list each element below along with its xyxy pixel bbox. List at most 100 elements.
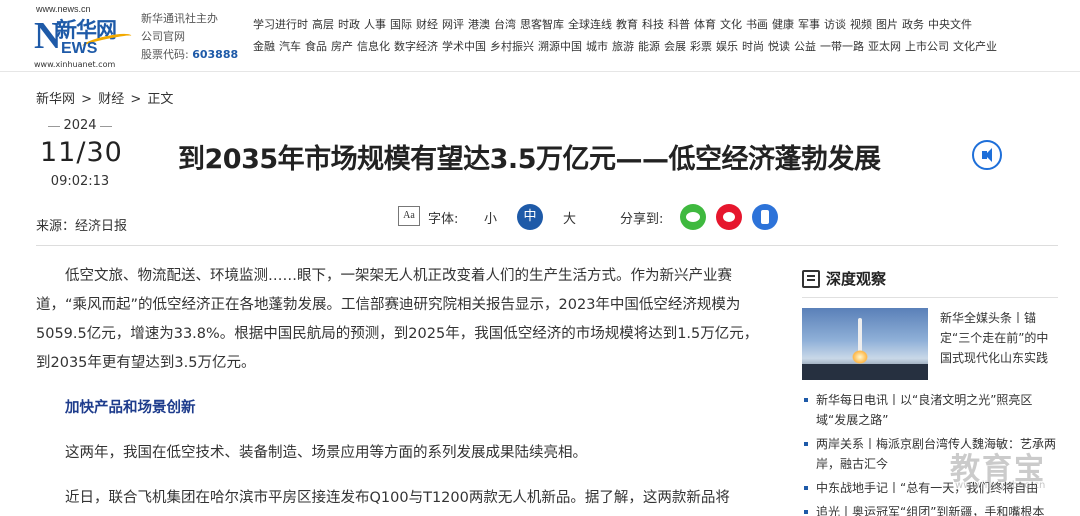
watermark-url: www.jiaoyubao.cn <box>955 480 1046 491</box>
logo-letters-ews: EWS <box>61 40 98 57</box>
breadcrumb-separator: > <box>130 92 142 107</box>
breadcrumb: 新华网 > 财经 > 正文 <box>36 88 175 107</box>
font-size-label: 字体: <box>428 212 459 227</box>
nav-link[interactable]: 亚太网 <box>868 36 901 58</box>
nav-link[interactable]: 文化产业 <box>953 36 997 58</box>
org-line-1: 新华通讯社主办 <box>141 12 218 25</box>
nav-link[interactable]: 高层 <box>312 14 334 36</box>
nav-link[interactable]: 悦读 <box>768 36 790 58</box>
nav-link[interactable]: 科普 <box>668 14 690 36</box>
nav-link[interactable]: 时尚 <box>742 36 764 58</box>
article-paragraph-1: 低空文旅、物流配送、环境监测……眼下，一架架无人机正改变着人们的生产生活方式。作… <box>36 268 759 371</box>
article-subheading: 加快产品和场景创新 <box>65 400 196 416</box>
org-line-2: 公司官网 <box>141 30 185 43</box>
book-icon <box>802 269 820 288</box>
publish-date: 2024 11/30 09:02:13 <box>40 118 123 189</box>
nav-link[interactable]: 旅游 <box>612 36 634 58</box>
nav-row-1: 学习进行时 高层 时政 人事 国际 财经 网评 港澳 台湾 思客智库 全球连线 教育 科技 科普 体育 文化书… <box>253 14 1063 36</box>
publish-year: 2024 <box>40 118 120 133</box>
nav-link[interactable]: 一带一路 <box>820 36 864 58</box>
sidebar-list-item[interactable]: 新华每日电讯丨以“良渚文明之光”照亮区域“发展之路” <box>802 390 1058 430</box>
sidebar-list-item[interactable]: 追光丨奥运冠军“组团”到新疆，手和嘴根本 <box>802 502 1058 516</box>
logo-domain: www.news.cn <box>36 4 91 14</box>
article-paragraph-2: 这两年，我国在低空技术、装备制造、场景应用等方面的系列发展成果陆续亮相。 <box>65 445 587 461</box>
article-toolbar: Aa 字体: 小 中 大 分享到: <box>398 203 788 231</box>
nav-link[interactable]: 体育 <box>694 14 716 36</box>
stock-code[interactable]: 603888 <box>192 48 238 61</box>
nav-link[interactable]: 上市公司 <box>905 36 949 58</box>
nav-link[interactable]: 书画 <box>746 14 768 36</box>
font-size-large-button[interactable]: 大 <box>563 208 576 227</box>
nav-link[interactable]: 公益 <box>794 36 816 58</box>
speaker-icon[interactable] <box>972 140 1002 170</box>
nav-link[interactable]: 网评 <box>442 14 464 36</box>
wechat-share-icon[interactable] <box>680 204 706 230</box>
nav-link[interactable]: 乡村振兴 <box>490 36 534 58</box>
nav-link[interactable]: 时政 <box>338 14 360 36</box>
font-size-small-button[interactable]: 小 <box>484 208 497 227</box>
nav-link[interactable]: 能源 <box>638 36 660 58</box>
channel-nav: 学习进行时 高层 时政 人事 国际 财经 网评 港澳 台湾 思客智库 全球连线 教育 科技 科普 体育 文化书… <box>253 14 1063 58</box>
nav-link[interactable]: 学术中国 <box>442 36 486 58</box>
sidebar-heading: 深度观察 <box>802 268 1058 298</box>
nav-link[interactable]: 台湾 <box>494 14 516 36</box>
xinhua-logo[interactable]: www.news.cn N 新华网 EWS www.xinhuanet.com <box>34 4 134 69</box>
nav-link[interactable]: 人事 <box>364 14 386 36</box>
logo-site-url: www.xinhuanet.com <box>34 60 116 69</box>
nav-link[interactable]: 全球连线 <box>568 14 612 36</box>
mobile-share-icon[interactable] <box>752 204 778 230</box>
nav-link[interactable]: 视频 <box>850 14 872 36</box>
rocket-flame-shape <box>852 350 868 364</box>
nav-link[interactable]: 金融 <box>253 36 275 58</box>
font-size-icon: Aa <box>398 206 420 226</box>
crowd-silhouette <box>802 364 928 380</box>
nav-link[interactable]: 学习进行时 <box>253 14 308 36</box>
sidebar-feature-link[interactable]: 新华全媒头条丨锚定“三个走在前”的中国式现代化山东实践 <box>928 308 1058 380</box>
nav-link[interactable]: 食品 <box>305 36 327 58</box>
nav-link[interactable]: 汽车 <box>279 36 301 58</box>
breadcrumb-separator: > <box>81 92 93 107</box>
article-paragraph-3: 近日，联合飞机集团在哈尔滨市平房区接连发布Q100与T1200两款无人机新品。据… <box>65 490 730 506</box>
rocket-launch-thumbnail[interactable] <box>802 308 928 380</box>
nav-link[interactable]: 军事 <box>798 14 820 36</box>
nav-link[interactable]: 教育 <box>616 14 638 36</box>
breadcrumb-home[interactable]: 新华网 <box>36 92 75 107</box>
share-label: 分享到: <box>620 212 664 227</box>
site-header: www.news.cn N 新华网 EWS www.xinhuanet.com … <box>0 0 1080 72</box>
nav-link[interactable]: 政务 <box>902 14 924 36</box>
breadcrumb-finance[interactable]: 财经 <box>98 92 124 107</box>
nav-link[interactable]: 健康 <box>772 14 794 36</box>
breadcrumb-current: 正文 <box>147 92 174 107</box>
stock-code-label: 股票代码: <box>141 48 189 61</box>
nav-link[interactable]: 溯源中国 <box>538 36 582 58</box>
nav-link[interactable]: 城市 <box>586 36 608 58</box>
nav-link[interactable]: 会展 <box>664 36 686 58</box>
nav-link[interactable]: 房产 <box>331 36 353 58</box>
nav-link[interactable]: 彩票 <box>690 36 712 58</box>
nav-link[interactable]: 娱乐 <box>716 36 738 58</box>
nav-link[interactable]: 财经 <box>416 14 438 36</box>
nav-link[interactable]: 文化 <box>720 14 742 36</box>
sidebar-feature[interactable]: 新华全媒头条丨锚定“三个走在前”的中国式现代化山东实践 <box>802 308 1058 380</box>
nav-link[interactable]: 思客智库 <box>520 14 564 36</box>
nav-link[interactable]: 信息化 <box>357 36 390 58</box>
weibo-share-icon[interactable] <box>716 204 742 230</box>
nav-link[interactable]: 访谈 <box>824 14 846 36</box>
nav-link[interactable]: 图片 <box>876 14 898 36</box>
nav-link[interactable]: 港澳 <box>468 14 490 36</box>
publish-time: 09:02:13 <box>50 174 110 189</box>
org-info: 新华通讯社主办 公司官网 股票代码: 603888 <box>141 10 241 64</box>
nav-link[interactable]: 国际 <box>390 14 412 36</box>
nav-row-2: 金融 汽车 食品 房产 信息化 数字经济 学术中国 乡村振兴 溯源中国 城市 旅游 能源 会展 彩票 娱乐时… <box>253 36 1063 58</box>
nav-link[interactable]: 中央文件 <box>928 14 972 36</box>
publish-day: 11/30 <box>40 137 123 168</box>
nav-link[interactable]: 数字经济 <box>394 36 438 58</box>
article-title: 到2035年市场规模有望达3.5万亿元——低空经济蓬勃发展 <box>178 144 881 175</box>
sidebar-heading-text: 深度观察 <box>826 270 887 288</box>
nav-link[interactable]: 科技 <box>642 14 664 36</box>
article-source: 来源：经济日报 <box>36 219 128 234</box>
header-divider <box>36 245 1058 246</box>
article-body: 低空文旅、物流配送、环境监测……眼下，一架架无人机正改变着人们的生产生活方式。作… <box>36 262 772 513</box>
rocket-shape <box>858 318 862 352</box>
font-size-medium-button[interactable]: 中 <box>517 204 543 230</box>
